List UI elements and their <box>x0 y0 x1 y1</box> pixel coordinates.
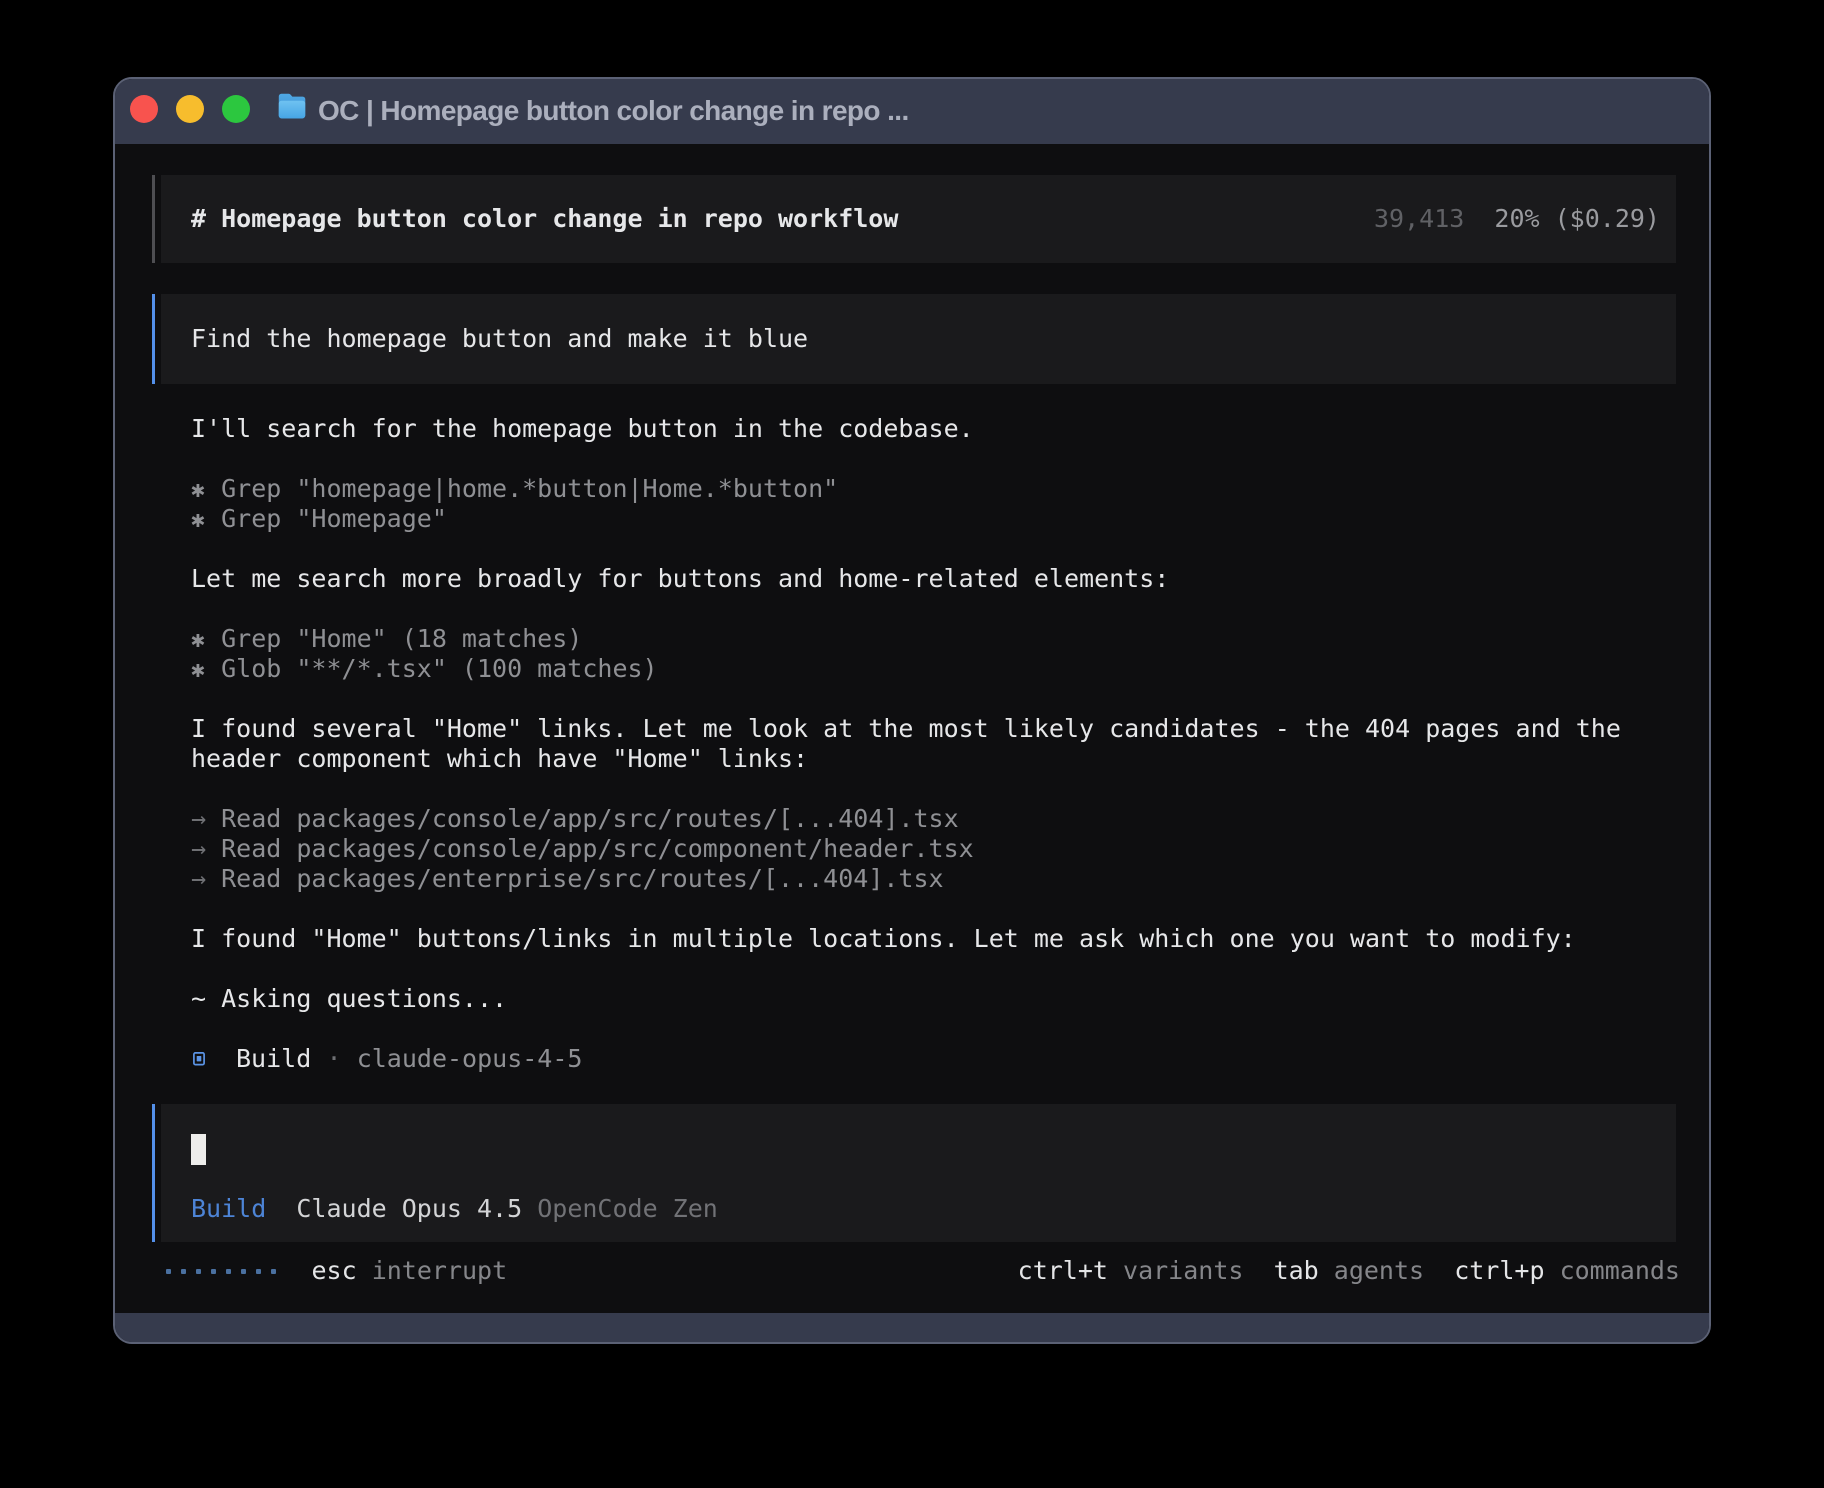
blank-line <box>191 894 1676 924</box>
assistant-text-line: header component which have "Home" links… <box>191 744 1676 774</box>
tool-call-text: Grep "homepage|home.*button|Home.*button… <box>221 474 838 503</box>
tool-call-line: → Read packages/console/app/src/componen… <box>191 834 1676 864</box>
agent-square-icon <box>193 1052 205 1066</box>
commands-label: commands <box>1560 1256 1680 1285</box>
spinner-dot <box>221 1256 236 1286</box>
spinner-dot <box>161 1256 176 1286</box>
window-bottom-bar <box>115 1313 1709 1342</box>
blank-line <box>191 684 1676 714</box>
tool-call-text: Grep "Homepage" <box>221 504 447 533</box>
assistant-text-line: I found several "Home" links. Let me loo… <box>191 714 1676 744</box>
assistant-text-line: I'll search for the homepage button in t… <box>191 414 1676 444</box>
user-message-text: Find the homepage button and make it blu… <box>191 324 808 354</box>
tool-call-text: Grep "Home" (18 matches) <box>221 624 582 653</box>
asterisk-icon: ✱ <box>191 625 206 655</box>
agents-label: agents <box>1334 1256 1424 1285</box>
tool-call-line: ✱ Grep "Home" (18 matches) <box>191 624 1676 654</box>
input-provider: OpenCode Zen <box>537 1194 718 1223</box>
input-agent[interactable]: Build <box>191 1194 266 1223</box>
terminal-window: OC | Homepage button color change in rep… <box>113 77 1711 1344</box>
tool-call-line: ✱ Grep "Homepage" <box>191 504 1676 534</box>
input-status-row: Build Claude Opus 4.5 OpenCode Zen <box>191 1194 718 1224</box>
text-cursor <box>191 1134 206 1165</box>
terminal-content: # Homepage button color change in repo w… <box>115 79 1709 1342</box>
asterisk-icon: ✱ <box>191 655 206 685</box>
blank-line <box>191 954 1676 984</box>
agent-model: claude-opus-4-5 <box>357 1044 583 1074</box>
variants-label: variants <box>1123 1256 1243 1285</box>
tool-call-text: Glob "**/*.tsx" (100 matches) <box>221 654 658 683</box>
spinner-dot <box>191 1256 206 1286</box>
context-percent-cost: 20% ($0.29) <box>1494 204 1660 233</box>
blank-line <box>191 534 1676 564</box>
spinner-dot <box>176 1256 191 1286</box>
spinner-dot <box>251 1256 266 1286</box>
tool-call-line: → Read packages/enterprise/src/routes/[.… <box>191 864 1676 894</box>
spinner-dot <box>206 1256 221 1286</box>
spinner-dot <box>266 1256 281 1286</box>
tool-call-line: ✱ Glob "**/*.tsx" (100 matches) <box>191 654 1676 684</box>
spinner-dot <box>236 1256 251 1286</box>
tool-call-text: Read packages/enterprise/src/routes/[...… <box>221 864 943 893</box>
tool-call-line: → Read packages/console/app/src/routes/[… <box>191 804 1676 834</box>
user-message-stripe <box>152 294 155 384</box>
esc-key-hint: esc <box>311 1256 356 1285</box>
blank-line <box>191 1014 1676 1044</box>
arrow-icon: → <box>191 834 206 864</box>
input-stripe <box>152 1104 155 1242</box>
input-model[interactable]: Claude Opus 4.5 <box>296 1194 522 1223</box>
agent-status-row: Build · claude-opus-4-5 <box>191 1044 1591 1074</box>
footer-left: esc interrupt <box>161 1256 507 1286</box>
agent-name: Build <box>236 1044 311 1074</box>
assistant-text-line: I found "Home" buttons/links in multiple… <box>191 924 1676 954</box>
token-count: 39,413 <box>1374 204 1464 233</box>
conversation-log: I'll search for the homepage button in t… <box>191 414 1676 1044</box>
blank-line <box>191 444 1676 474</box>
asterisk-icon: ✱ <box>191 475 206 505</box>
esc-key-label: interrupt <box>372 1256 507 1285</box>
blank-line <box>191 594 1676 624</box>
assistant-text-line: ~ Asking questions... <box>191 984 1676 1014</box>
spinner-dots <box>161 1256 281 1285</box>
tool-call-text: Read packages/console/app/src/routes/[..… <box>221 804 959 833</box>
footer-right: ctrl+t variants tab agents ctrl+p comman… <box>1018 1256 1680 1286</box>
tool-call-line: ✱ Grep "homepage|home.*button|Home.*butt… <box>191 474 1676 504</box>
session-title: # Homepage button color change in repo w… <box>191 204 898 234</box>
blank-line <box>191 774 1676 804</box>
tab-key-hint: tab <box>1274 1256 1319 1285</box>
asterisk-icon: ✱ <box>191 505 206 535</box>
session-stats: 39,413 20% ($0.29) <box>1374 204 1660 234</box>
agent-separator: · <box>327 1044 342 1074</box>
session-header-stripe <box>152 175 155 263</box>
arrow-icon: → <box>191 864 206 894</box>
ctrl-t-key-hint: ctrl+t <box>1018 1256 1108 1285</box>
assistant-text-line: Let me search more broadly for buttons a… <box>191 564 1676 594</box>
ctrl-p-key-hint: ctrl+p <box>1454 1256 1544 1285</box>
tool-call-text: Read packages/console/app/src/component/… <box>221 834 974 863</box>
arrow-icon: → <box>191 804 206 834</box>
